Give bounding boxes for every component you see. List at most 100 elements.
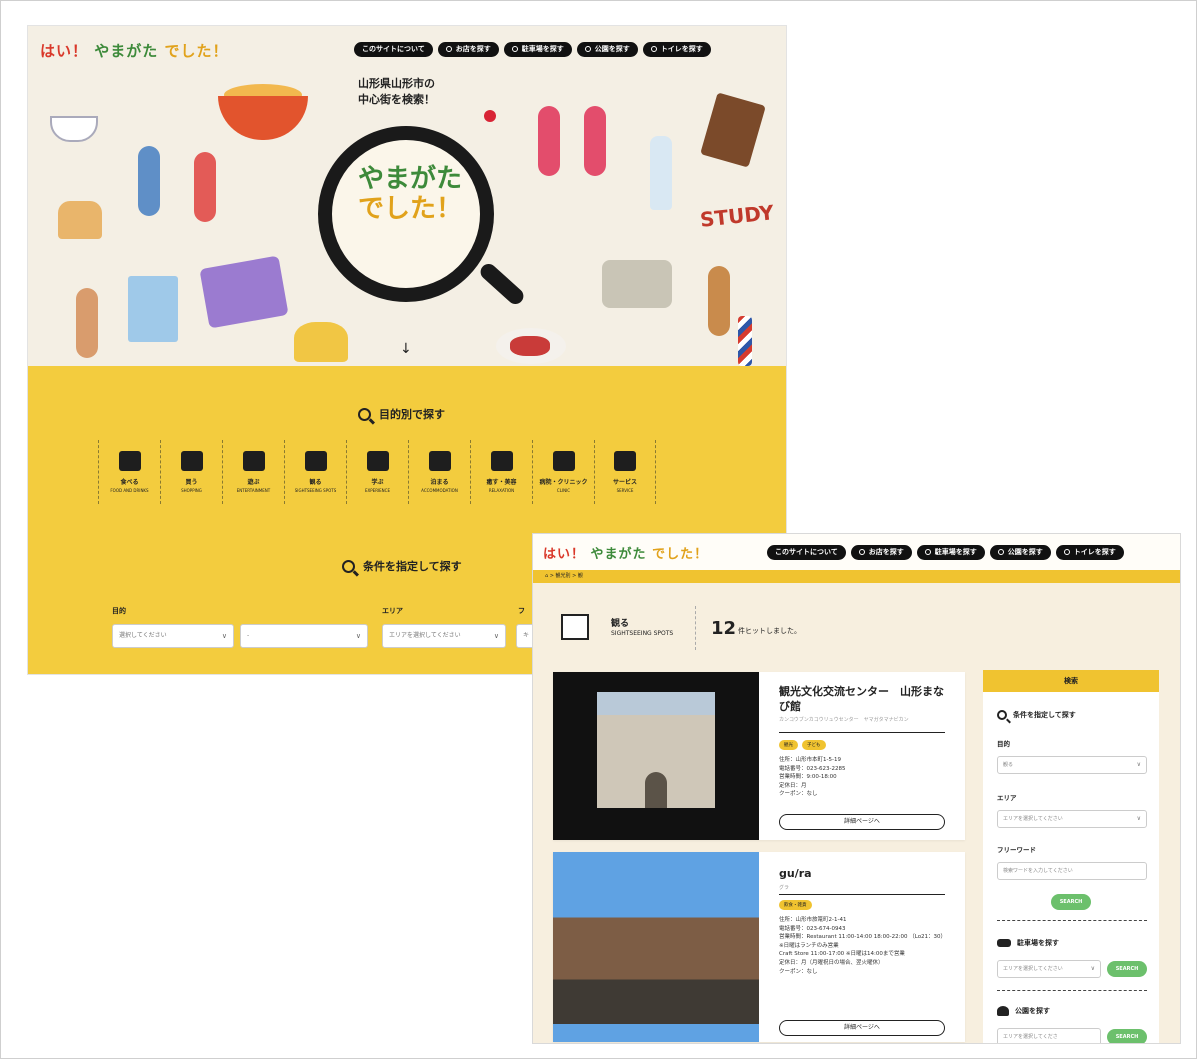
- category-clinic[interactable]: 病院・クリニック CLINIC: [532, 440, 594, 504]
- category-en: SIGHTSEEING SPOTS: [611, 630, 674, 637]
- condition-search-title: 条件を指定して探す: [342, 558, 462, 574]
- area-select[interactable]: エリアを選択してください: [997, 810, 1147, 828]
- bag-icon: [180, 451, 203, 471]
- tag: 飲食・雑貨: [779, 900, 812, 910]
- search-sidebar: 検索 条件を指定して探す 目的 観る エリア エリアを選択してください フリーワ…: [983, 670, 1159, 1043]
- nav-parks[interactable]: 公園を探す: [576, 42, 638, 57]
- person-illustration: [194, 152, 216, 222]
- park-search-title: 公園を探す: [997, 1006, 1050, 1016]
- category-food[interactable]: 食べる FOOD AND DRINKS: [98, 440, 160, 504]
- detail-button[interactable]: 詳細ページへ: [779, 814, 945, 830]
- bread-icon: [58, 201, 102, 239]
- divider: [997, 920, 1147, 921]
- dancer-illustration: [538, 106, 560, 176]
- freeword-input[interactable]: 検索ワードを入力してください: [997, 862, 1147, 880]
- tag: 観光: [779, 740, 798, 750]
- hero-catch: 山形県山形市の 中心街を検索！: [358, 77, 435, 106]
- park-area-select[interactable]: エリアを選択してくださ: [997, 1028, 1101, 1043]
- park-search-button[interactable]: SEARCH: [1107, 1029, 1147, 1043]
- nav-about[interactable]: このサイトについて: [354, 42, 433, 57]
- result-title[interactable]: gu/ra: [779, 866, 949, 881]
- category-experience[interactable]: 学ぶ EXPERIENCE: [346, 440, 408, 504]
- category-shopping[interactable]: 買う SHOPPING: [160, 440, 222, 504]
- search-icon: [997, 710, 1007, 720]
- hospital-icon: [128, 276, 178, 342]
- sake-bottle-icon: [650, 136, 672, 210]
- parking-search-button[interactable]: SEARCH: [1107, 961, 1147, 977]
- plate-icon: [118, 451, 141, 471]
- category-name: 観る: [611, 619, 630, 629]
- purpose-label: 目的: [112, 607, 126, 615]
- parking-search-title: 駐車場を探す: [997, 938, 1059, 948]
- category-entertainment[interactable]: 遊ぶ ENTERTAINMENT: [222, 440, 284, 504]
- nav-toilets[interactable]: トイレを探す: [642, 42, 711, 57]
- tag-list: 飲食・雑貨: [779, 900, 812, 910]
- category-list: 食べる FOOD AND DRINKS 買う SHOPPING 遊ぶ ENTERTAI…: [98, 440, 656, 504]
- divider: [779, 894, 945, 895]
- area-select[interactable]: エリアを選択してください: [382, 624, 506, 648]
- search-button[interactable]: SEARCH: [1051, 894, 1091, 910]
- result-photo[interactable]: [553, 852, 759, 1042]
- nurse-illustration: [76, 288, 98, 358]
- barber-pole-icon: [738, 316, 752, 366]
- category-sightseeing[interactable]: 観る SIGHTSEEING SPOTS: [284, 440, 346, 504]
- search-icon: [650, 46, 657, 52]
- category-relaxation[interactable]: 癒す・美容 RELAXATION: [470, 440, 532, 504]
- graduation-icon: [366, 451, 389, 471]
- building-photo: [553, 852, 759, 1024]
- tree-icon: [997, 1006, 1009, 1016]
- detail-button[interactable]: 詳細ページへ: [779, 1020, 945, 1036]
- nav-shops[interactable]: お店を探す: [437, 42, 499, 57]
- divider: [695, 606, 696, 650]
- hit-count: 12: [711, 618, 737, 639]
- area-label: エリア: [382, 607, 403, 615]
- category-accommodation[interactable]: 泊まる ACCOMMODATION: [408, 440, 470, 504]
- tag-list: 観光 子ども: [779, 740, 826, 750]
- parking-area-select[interactable]: エリアを選択してください: [997, 960, 1101, 978]
- breadcrumb[interactable]: ⌂ > 観光別 > 観: [533, 570, 1180, 583]
- beef-icon: [496, 328, 566, 364]
- category-service[interactable]: サービス SERVICE: [594, 440, 656, 504]
- purpose-select[interactable]: 選択してください: [112, 624, 234, 648]
- frame-icon: [304, 451, 327, 471]
- nav-about[interactable]: このサイトについて: [767, 545, 846, 560]
- search-icon: [858, 549, 865, 555]
- logo-part-1: はい！: [40, 42, 89, 60]
- purpose-label: 目的: [997, 740, 1010, 748]
- cherry-icon: [484, 110, 496, 122]
- site-logo[interactable]: はい！ やまがた でした！: [543, 543, 708, 562]
- result-card: gu/ra グラ 飲食・雑貨 住所：山形市旅篭町2-1-41 電話番号：023-…: [553, 852, 965, 1042]
- dancer-illustration: [584, 106, 606, 176]
- global-nav: このサイトについて お店を探す 駐車場を探す 公園を探す トイレを探す: [354, 42, 711, 57]
- result-card: 観光文化交流センター 山形まなび館 カンコウブンカコウリュウセンター ヤマガタマ…: [553, 672, 965, 840]
- nav-parking[interactable]: 駐車場を探す: [916, 545, 985, 560]
- soba-icon: [602, 260, 672, 308]
- global-nav: このサイトについて お店を探す 駐車場を探す 公園を探す トイレを探す: [767, 545, 1124, 560]
- result-kana: カンコウブンカコウリュウセンター ヤマガタマナビカン: [779, 717, 909, 723]
- search-icon: [511, 46, 518, 52]
- nav-parking[interactable]: 駐車場を探す: [503, 42, 572, 57]
- building-icon: [428, 451, 451, 471]
- result-info: 住所：山形市旅篭町2-1-41 電話番号：023-674-0943 営業時間：R…: [779, 917, 947, 975]
- scroll-down-icon[interactable]: ↓: [400, 341, 412, 357]
- divider: [779, 732, 945, 733]
- result-kana: グラ: [779, 885, 790, 891]
- purpose-sub-select[interactable]: -: [240, 624, 368, 648]
- purpose-select[interactable]: 観る: [997, 756, 1147, 774]
- result-title[interactable]: 観光文化交流センター 山形まなび館: [779, 684, 949, 714]
- sidebar-head: 検索: [983, 670, 1159, 692]
- divider: [997, 990, 1147, 991]
- car-icon: [997, 939, 1011, 947]
- logo-part-3: でした！: [164, 42, 229, 60]
- nav-parks[interactable]: 公園を探す: [989, 545, 1051, 560]
- screenshot-results-page: はい！ やまがた でした！ このサイトについて お店を探す 駐車場を探す 公園を…: [533, 534, 1180, 1043]
- film-icon: [242, 451, 265, 471]
- center-logo-text: やまがた でした！: [357, 164, 462, 224]
- result-photo[interactable]: [553, 672, 759, 840]
- search-icon: [445, 46, 452, 52]
- site-logo[interactable]: はい！ やまがた でした！: [40, 40, 229, 61]
- search-icon: [924, 549, 931, 555]
- search-icon: [584, 46, 591, 52]
- nav-shops[interactable]: お店を探す: [850, 545, 912, 560]
- nav-toilets[interactable]: トイレを探す: [1055, 545, 1124, 560]
